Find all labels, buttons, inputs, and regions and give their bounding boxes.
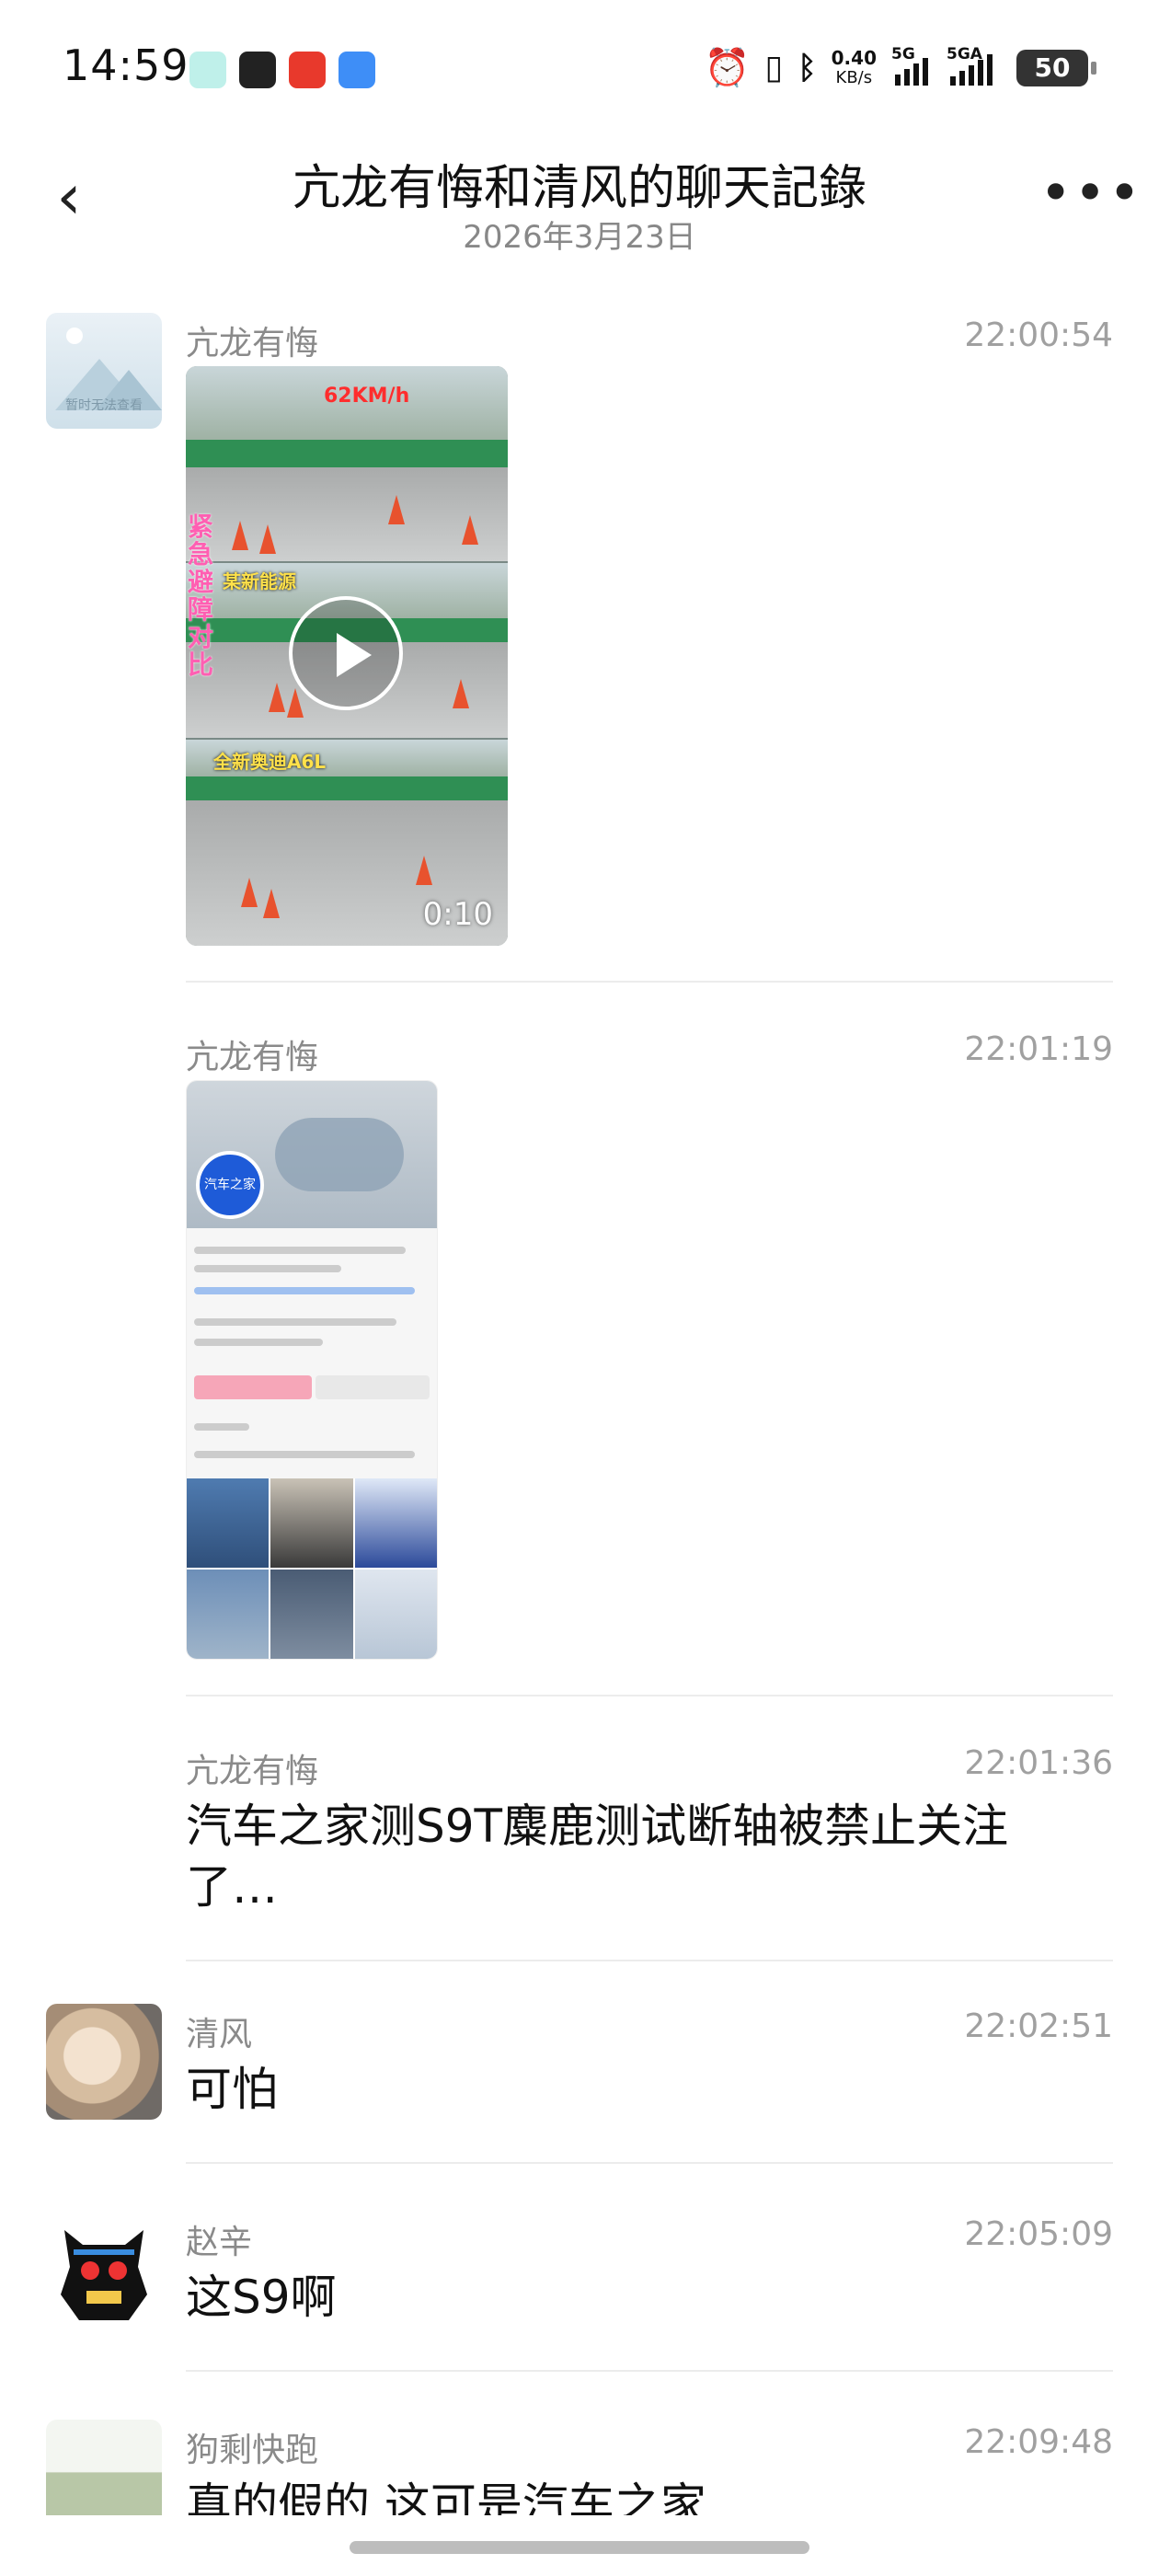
home-indicator[interactable]: [350, 2541, 809, 2554]
video-overlay-speed: 62KM/h: [324, 385, 410, 408]
status-bar: 14:59 ⏰ ▯ ᛒ 0.40 KB/s 5G 5GA 50: [0, 0, 1159, 138]
sender-name: 亢龙有悔: [186, 325, 319, 362]
divider: [186, 2162, 1113, 2164]
message-item: 亢龙有悔 22:01:36 汽车之家测S9T麋鹿测试断轴被禁止关注了…: [0, 1741, 1159, 1971]
clock: 14:59: [63, 40, 189, 90]
app-icon: [189, 52, 226, 88]
message-text: 这S9啊: [186, 2271, 337, 2324]
sender-name: 亢龙有悔: [186, 1039, 319, 1076]
message-item: 暂时无法查看 亢龙有悔 22:00:54 62KM/h 某新能源 全新奥迪A6L…: [0, 313, 1159, 984]
more-dots-icon: •••: [1039, 161, 1143, 225]
message-time: 22:00:54: [964, 316, 1113, 354]
sender-name: 赵辛: [186, 2224, 253, 2261]
vibrate-icon: ▯: [764, 49, 784, 86]
avatar[interactable]: [46, 2212, 162, 2328]
message-time: 22:05:09: [964, 2215, 1113, 2253]
message-text: 可怕: [186, 2063, 278, 2116]
divider: [186, 981, 1113, 983]
divider: [186, 1960, 1113, 1961]
more-button[interactable]: •••: [1039, 166, 1141, 230]
sender-name: 清风: [186, 2016, 253, 2053]
bluetooth-icon: ᛒ: [798, 49, 817, 86]
avatar[interactable]: [46, 2420, 162, 2515]
image-message[interactable]: 汽车之家: [186, 1080, 438, 1660]
page-title: 亢龙有悔和清风的聊天記錄: [292, 161, 866, 216]
video-overlay-label: 全新奥迪A6L: [213, 751, 327, 773]
message-time: 22:02:51: [964, 2007, 1113, 2045]
app-icon: [339, 52, 375, 88]
status-icons: ⏰ ▯ ᛒ 0.40 KB/s 5G 5GA 50: [704, 45, 1096, 89]
avatar[interactable]: 暂时无法查看: [46, 313, 162, 429]
sender-name: 狗剩快跑: [186, 2432, 319, 2469]
app-icon: [239, 52, 276, 88]
play-icon[interactable]: [289, 596, 403, 710]
message-time: 22:01:36: [964, 1744, 1113, 1782]
message-time: 22:09:48: [964, 2423, 1113, 2461]
battery-icon: 50: [1016, 49, 1096, 86]
record-date: 2026年3月23日: [463, 219, 696, 256]
notification-icons: [189, 52, 375, 88]
video-overlay-side: 紧急避障对比: [188, 512, 214, 680]
avatar[interactable]: [46, 2004, 162, 2120]
message-text: 汽车之家测S9T麋鹿测试断轴被禁止关注了…: [186, 1800, 1009, 1914]
message-item: 狗剩快跑 22:09:48 真的假的 这可是汽车之家: [0, 2420, 1159, 2515]
message-item: 赵辛 22:05:09 这S9啊: [0, 2212, 1159, 2386]
message-item: 清风 22:02:51 可怕: [0, 2004, 1159, 2179]
signal-icon: 5GA: [947, 45, 1002, 86]
net-speed: 0.40 KB/s: [831, 46, 877, 87]
app-icon: [289, 52, 326, 88]
alarm-icon: ⏰: [704, 47, 751, 89]
message-time: 22:01:19: [964, 1030, 1113, 1068]
video-duration: 0:10: [422, 896, 493, 933]
video-message[interactable]: 62KM/h 某新能源 全新奥迪A6L 紧急避障对比 0:10: [186, 366, 508, 946]
signal-icon: 5G: [891, 45, 932, 86]
sender-name: 亢龙有悔: [186, 1753, 319, 1790]
video-overlay-label: 某新能源: [223, 570, 296, 592]
divider: [186, 1695, 1113, 1696]
divider: [186, 2370, 1113, 2372]
autohome-logo: 汽车之家: [196, 1151, 264, 1219]
chat-record-header: ‹ 亢龙有悔和清风的聊天記錄 2026年3月23日 •••: [0, 138, 1159, 276]
message-item: 亢龙有悔 22:01:19 汽车之家: [0, 1027, 1159, 1698]
message-text: 真的假的 这可是汽车之家: [186, 2478, 706, 2515]
mask-avatar-icon: [61, 2230, 147, 2320]
